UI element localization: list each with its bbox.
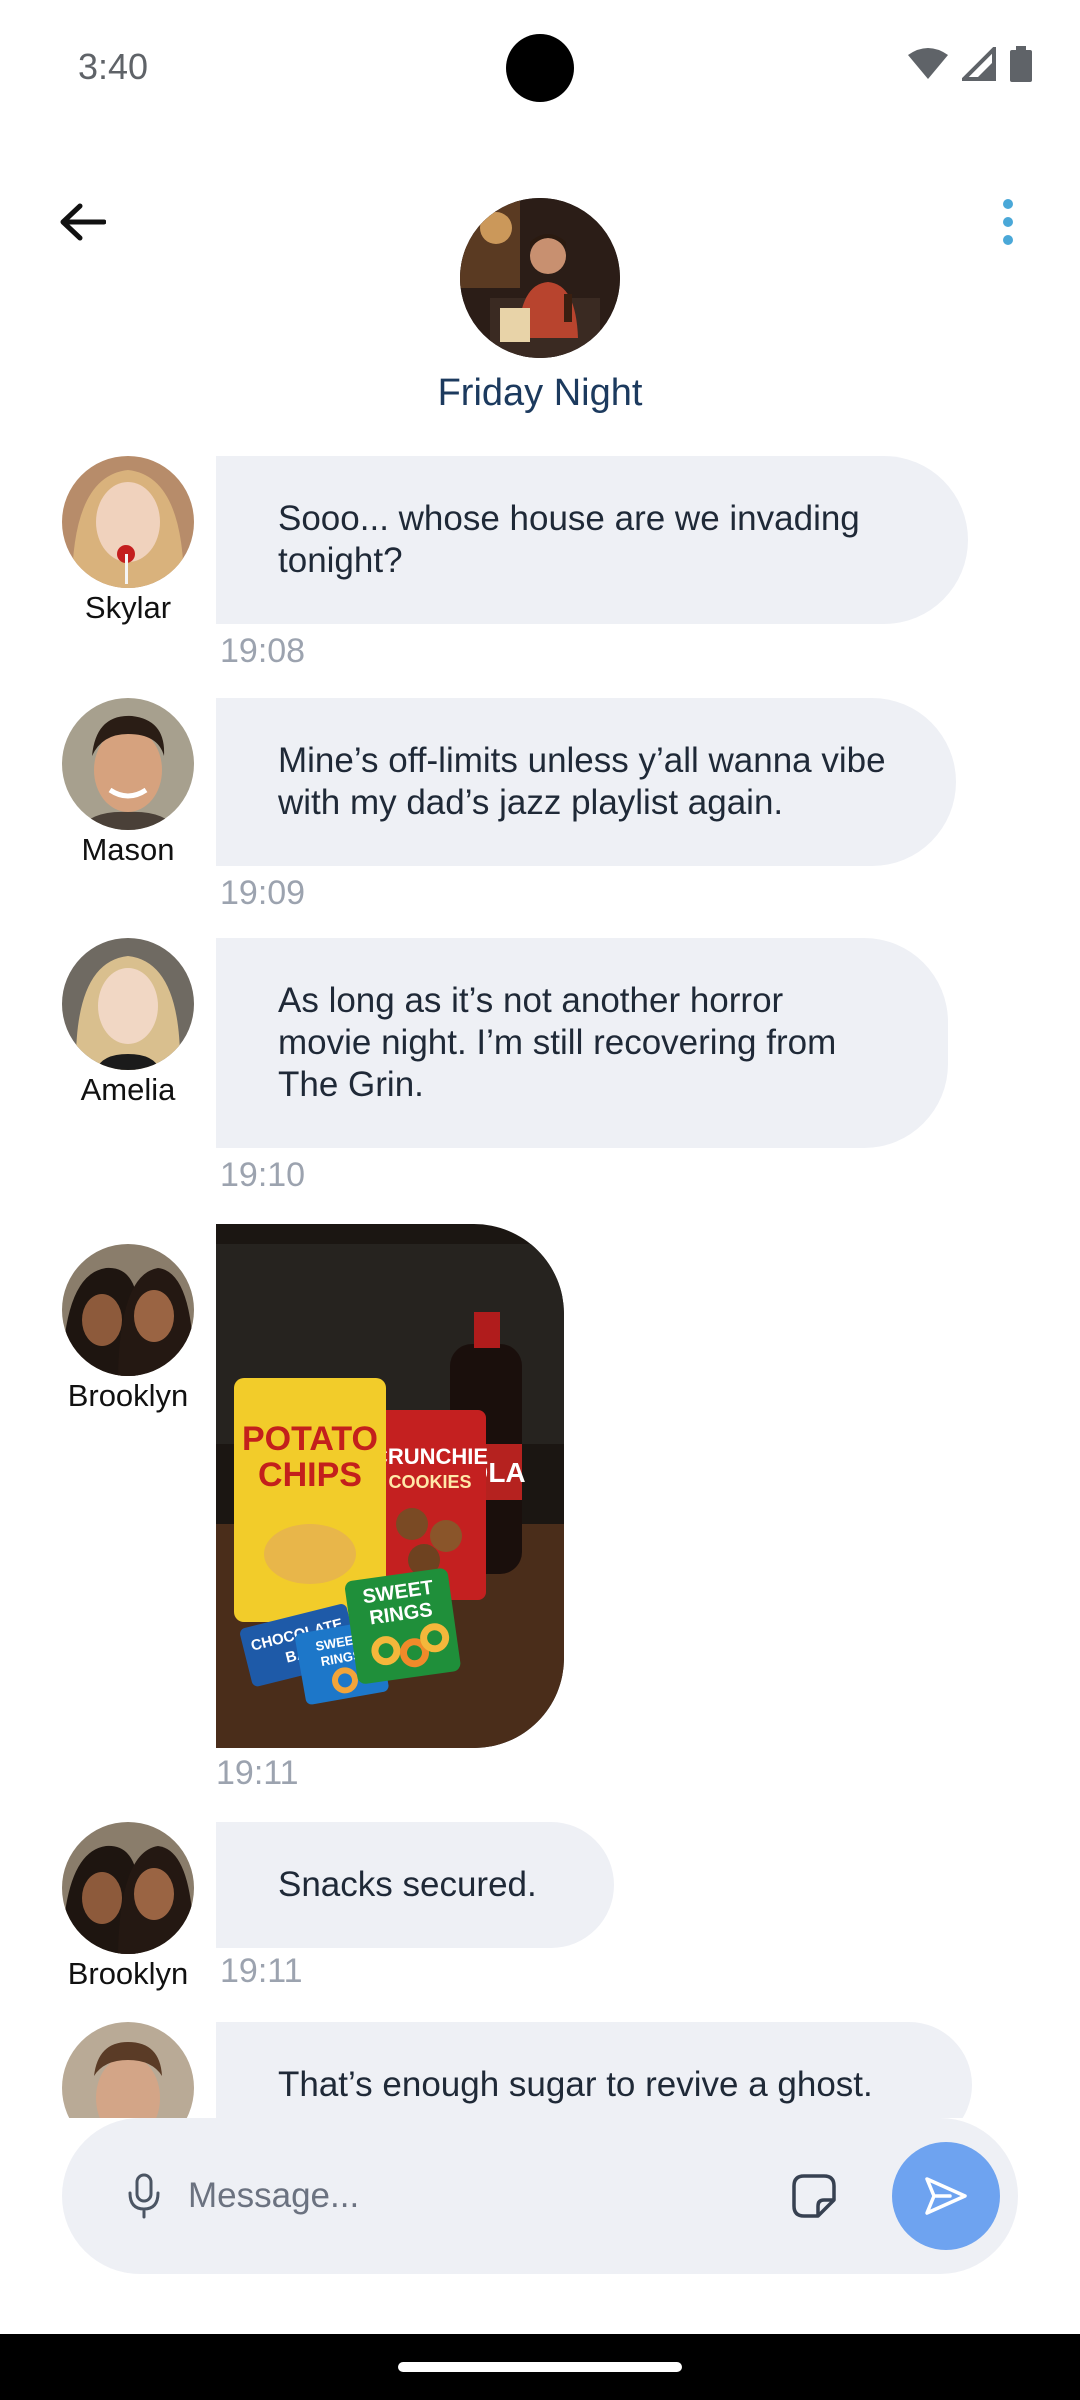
avatar[interactable] — [62, 938, 194, 1070]
photo-label-cookies: COOKIES — [388, 1472, 471, 1492]
sticker-icon — [792, 2174, 836, 2218]
group-title: Friday Night — [437, 372, 643, 414]
message-item: That’s enough sugar to revive a ghost. — [0, 2022, 1080, 2118]
avatar[interactable] — [62, 1244, 194, 1376]
navigation-bar — [0, 2334, 1080, 2400]
message-text: Mine’s off-limits unless y’all wanna vib… — [278, 741, 886, 822]
sender-name: Brooklyn — [67, 1378, 189, 1413]
back-button[interactable] — [50, 190, 114, 254]
message-composer — [62, 2118, 1018, 2274]
microphone-icon — [128, 2173, 160, 2219]
wifi-icon — [908, 48, 948, 79]
message-input[interactable] — [188, 2158, 808, 2234]
more-options-button[interactable] — [984, 190, 1032, 254]
avatar[interactable] — [62, 698, 194, 830]
sender-name: Skylar — [84, 590, 172, 625]
sender-name: Amelia — [80, 1072, 176, 1107]
message-time: 19:11 — [220, 1952, 303, 1990]
status-time: 3:40 — [78, 46, 149, 87]
avatar[interactable] — [62, 1822, 194, 1954]
sticker-button[interactable] — [782, 2162, 846, 2230]
message-bubble[interactable]: That’s enough sugar to revive a ghost. — [216, 2022, 972, 2118]
sender-name: Mason — [81, 832, 175, 867]
message-text: Snacks secured. — [278, 1865, 537, 1904]
message-time: 19:10 — [220, 1156, 306, 1194]
arrow-left-icon — [60, 203, 106, 241]
photo-label-crunchie: CRUNCHIE — [372, 1444, 488, 1469]
more-vertical-icon — [1003, 199, 1013, 245]
message-bubble[interactable]: Snacks secured. — [216, 1822, 614, 1948]
photo-label-potato: POTATO — [242, 1420, 378, 1458]
message-bubble[interactable]: As long as it’s not another horror movie… — [216, 938, 948, 1148]
message-time: 19:11 — [216, 1754, 299, 1792]
message-text: Sooo... whose house are we invading toni… — [278, 499, 860, 580]
signal-icon — [962, 47, 996, 81]
group-avatar[interactable] — [460, 198, 620, 358]
send-icon — [925, 2177, 967, 2215]
message-text: That’s enough sugar to revive a ghost. — [278, 2065, 873, 2104]
sender-name: Brooklyn — [67, 1956, 189, 1991]
message-bubble[interactable]: Mine’s off-limits unless y’all wanna vib… — [216, 698, 956, 866]
message-time: 19:08 — [220, 632, 306, 670]
message-time: 19:09 — [220, 874, 306, 912]
status-icons — [908, 46, 1032, 82]
avatar[interactable] — [62, 2022, 194, 2118]
send-button[interactable] — [892, 2142, 1000, 2250]
message-bubble[interactable]: Sooo... whose house are we invading toni… — [216, 456, 968, 624]
message-photo[interactable]: COLA CRUNCHIE COOKIES POTATO CHIPS CHOCO… — [216, 1224, 564, 1748]
message-text: As long as it’s not another horror movie… — [278, 981, 837, 1104]
home-indicator[interactable] — [398, 2362, 682, 2372]
status-bar: 3:40 — [0, 0, 1080, 130]
photo-label-chips: CHIPS — [258, 1456, 362, 1494]
mic-button[interactable] — [114, 2166, 174, 2226]
avatar[interactable] — [62, 456, 194, 588]
front-camera — [506, 34, 574, 102]
battery-icon — [1010, 46, 1032, 82]
